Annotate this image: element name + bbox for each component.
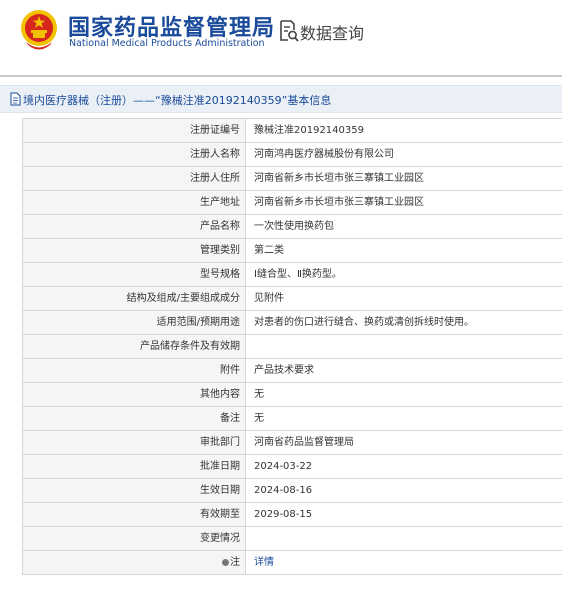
field-label: 生效日期 (23, 479, 246, 502)
field-label: 审批部门 (23, 431, 246, 454)
document-icon (10, 92, 21, 106)
field-value: 对患者的伤口进行缝合、换药或清创拆线时使用。 (254, 317, 474, 328)
field-value: Ⅰ缝合型、Ⅱ换药型。 (254, 269, 342, 280)
info-bar: 境内医疗器械（注册）——“豫械注准20192140359”基本信息 (0, 85, 562, 113)
field-label-text: 结构及组成/主要组成成分 (126, 293, 240, 304)
field-label: 批准日期 (23, 455, 246, 478)
field-label-text: 注 (230, 557, 240, 568)
field-label-text: 有效期至 (200, 509, 240, 520)
field-label-text: 注册证编号 (190, 125, 240, 136)
field-value: 2024-03-22 (254, 461, 313, 472)
field-value: 河南省新乡市长垣市张三寨镇工业园区 (254, 173, 424, 184)
field-label: 产品储存条件及有效期 (23, 335, 246, 358)
field-label: 附件 (23, 359, 246, 382)
field-label: 适用范围/预期用途 (23, 311, 246, 334)
field-value: 无 (254, 389, 264, 400)
field-value: 河南鸿冉医疗器械股份有限公司 (254, 149, 394, 160)
table-row: 有效期至 2029-08-15 (23, 503, 562, 527)
table-row: 结构及组成/主要组成成分 见附件 (23, 287, 562, 311)
field-label-text: 生效日期 (200, 485, 240, 496)
field-label-text: 附件 (220, 365, 240, 376)
table-row: 注册证编号 豫械注准20192140359 (23, 119, 562, 143)
field-label: 有效期至 (23, 503, 246, 526)
details-link[interactable]: 详情 (246, 551, 562, 574)
field-label-text: 注册人名称 (190, 149, 240, 160)
field-value: 第二类 (254, 245, 284, 256)
field-label: 变更情况 (23, 527, 246, 550)
table-row: 型号规格 Ⅰ缝合型、Ⅱ换药型。 (23, 263, 562, 287)
field-value: 见附件 (254, 293, 284, 304)
table-row: 备注 无 (23, 407, 562, 431)
field-value: 豫械注准20192140359 (254, 125, 364, 136)
field-label: 型号规格 (23, 263, 246, 286)
table-row: 管理类别 第二类 (23, 239, 562, 263)
table-row: 变更情况 (23, 527, 562, 551)
table-row: 附件 产品技术要求 (23, 359, 562, 383)
field-label: 备注 (23, 407, 246, 430)
field-label-text: 适用范围/预期用途 (156, 317, 240, 328)
field-label: 管理类别 (23, 239, 246, 262)
table-row: 生产地址 河南省新乡市长垣市张三寨镇工业园区 (23, 191, 562, 215)
field-label-text: 产品名称 (200, 221, 240, 232)
field-value (246, 527, 562, 550)
table-row: 生效日期 2024-08-16 (23, 479, 562, 503)
table-row: 审批部门 河南省药品监督管理局 (23, 431, 562, 455)
record-title: 境内医疗器械（注册）——“豫械注准20192140359”基本信息 (23, 94, 332, 107)
field-label-text: 审批部门 (200, 437, 240, 448)
field-label: 产品名称 (23, 215, 246, 238)
field-value: 河南省药品监督管理局 (254, 437, 354, 448)
field-label-text: 其他内容 (200, 389, 240, 400)
data-query-title: 数据查询 (300, 24, 365, 43)
field-value: 2029-08-15 (254, 509, 313, 520)
field-label: 注册人名称 (23, 143, 246, 166)
field-label-text: 备注 (220, 413, 240, 424)
field-value: 一次性使用换药包 (254, 221, 334, 232)
header-divider (0, 75, 562, 77)
table-row: 其他内容 无 (23, 383, 562, 407)
field-label: 注册人住所 (23, 167, 246, 190)
field-label: 结构及组成/主要组成成分 (23, 287, 246, 310)
field-value: 产品技术要求 (254, 365, 314, 376)
field-label: 其他内容 (23, 383, 246, 406)
table-row: 注册人住所 河南省新乡市长垣市张三寨镇工业园区 (23, 167, 562, 191)
field-label: 注册证编号 (23, 119, 246, 142)
org-name-en: National Medical Products Administration (69, 38, 265, 49)
table-row: 注册人名称 河南鸿冉医疗器械股份有限公司 (23, 143, 562, 167)
field-label: 生产地址 (23, 191, 246, 214)
field-label-text: 注册人住所 (190, 173, 240, 184)
table-row: 产品名称 一次性使用换药包 (23, 215, 562, 239)
site-header: 国家药品监督管理局 National Medical Products Admi… (0, 0, 562, 70)
field-label-text: 型号规格 (200, 269, 240, 280)
national-emblem-icon (21, 10, 57, 50)
field-label-text: 批准日期 (200, 461, 240, 472)
table-row: 批准日期 2024-03-22 (23, 455, 562, 479)
data-query-icon (280, 20, 299, 42)
table-row: 产品储存条件及有效期 (23, 335, 562, 359)
field-value: 2024-08-16 (254, 485, 313, 496)
field-value: 无 (254, 413, 264, 424)
field-label-text: 变更情况 (200, 533, 240, 544)
table-row: 注详情 (23, 551, 562, 575)
field-label-text: 生产地址 (200, 197, 240, 208)
field-value (246, 335, 562, 358)
field-label: 注 (23, 551, 246, 574)
field-label-text: 产品储存条件及有效期 (140, 341, 240, 352)
table-row: 适用范围/预期用途 对患者的伤口进行缝合、换药或清创拆线时使用。 (23, 311, 562, 335)
field-value: 河南省新乡市长垣市张三寨镇工业园区 (254, 197, 424, 208)
tip-dot-icon (222, 559, 229, 566)
field-label-text: 管理类别 (200, 245, 240, 256)
detail-table: 注册证编号 豫械注准20192140359 注册人名称 河南鸿冉医疗器械股份有限公司注… (22, 118, 562, 575)
